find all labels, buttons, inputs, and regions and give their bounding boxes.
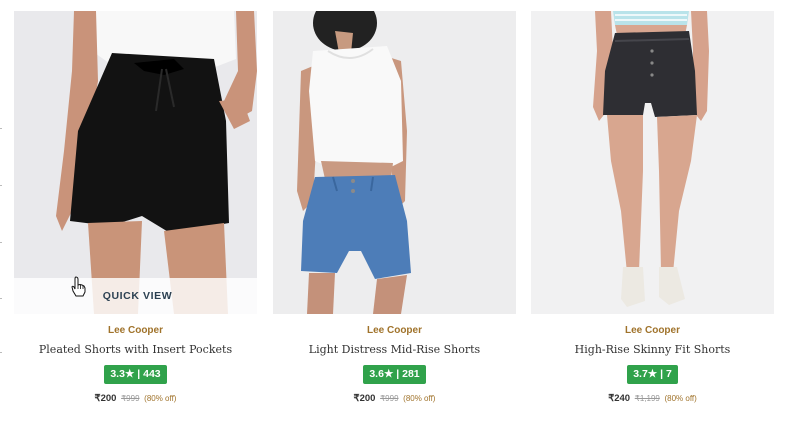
edge-tick (0, 128, 2, 129)
edge-tick (0, 185, 2, 186)
product-name[interactable]: Pleated Shorts with Insert Pockets (14, 343, 257, 356)
product-image[interactable]: QUICK VIEW (14, 11, 257, 314)
rating-badge: 3.7★ | 7 (627, 365, 678, 384)
hand-pointer-icon (71, 276, 86, 297)
product-name[interactable]: Light Distress Mid-Rise Shorts (273, 343, 516, 356)
product-image[interactable] (273, 11, 516, 314)
quick-view-button[interactable]: QUICK VIEW (14, 278, 257, 314)
product-image[interactable] (531, 11, 774, 314)
price-row: ₹240 ₹1,199 (80% off) (531, 393, 774, 404)
brand-name: Lee Cooper (624, 325, 680, 336)
product-card[interactable]: QUICK VIEW Lee Cooper Pleated Shorts wit… (14, 11, 257, 404)
rating-badge: 3.6★ | 281 (363, 365, 426, 384)
current-price: ₹240 (608, 393, 631, 404)
edge-tick (0, 298, 2, 299)
product-card[interactable]: Lee Cooper High-Rise Skinny Fit Shorts 3… (531, 11, 774, 404)
brand-name: Lee Cooper (107, 325, 163, 336)
discount-label: (80% off) (664, 394, 697, 403)
original-price: ₹999 (121, 394, 140, 403)
price-row: ₹200 ₹999 (80% off) (273, 393, 516, 404)
discount-label: (80% off) (403, 394, 436, 403)
product-card[interactable]: Lee Cooper Light Distress Mid-Rise Short… (273, 11, 516, 404)
discount-label: (80% off) (144, 394, 177, 403)
price-row: ₹200 ₹999 (80% off) (14, 393, 257, 404)
rating-badge: 3.3★ | 443 (104, 365, 167, 384)
edge-tick (0, 352, 2, 353)
current-price: ₹200 (94, 393, 117, 404)
edge-tick (0, 242, 2, 243)
original-price: ₹1,199 (634, 394, 660, 403)
brand-name: Lee Cooper (366, 325, 422, 336)
current-price: ₹200 (353, 393, 376, 404)
original-price: ₹999 (380, 394, 399, 403)
product-name[interactable]: High-Rise Skinny Fit Shorts (531, 343, 774, 356)
